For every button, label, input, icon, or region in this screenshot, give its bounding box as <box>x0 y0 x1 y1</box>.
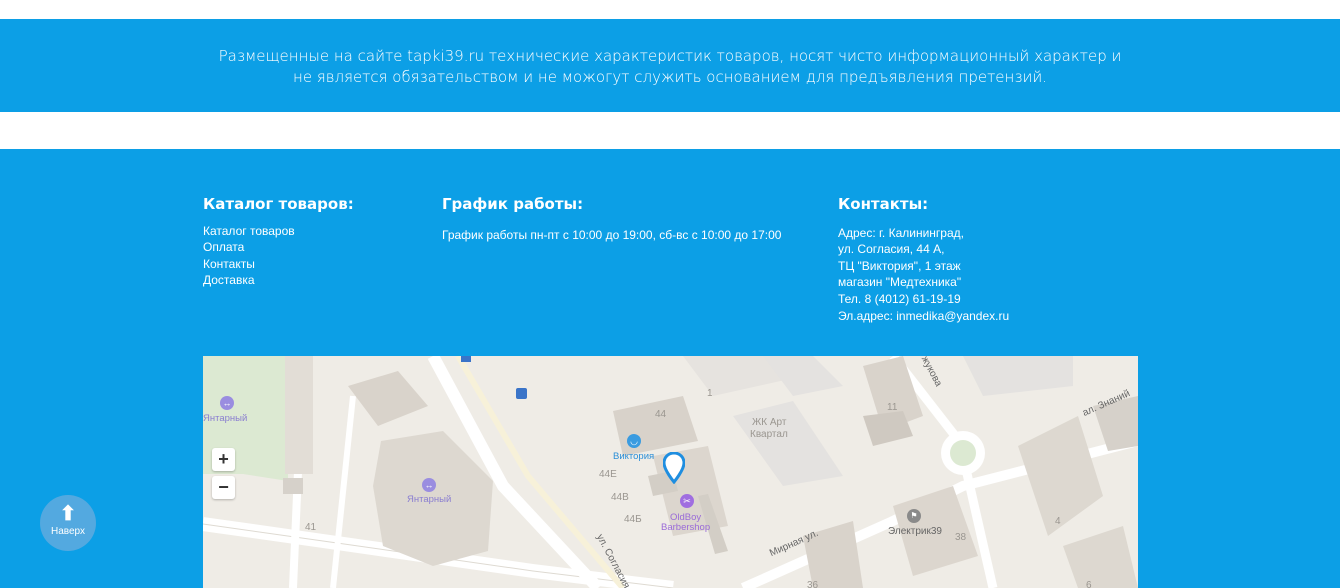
contacts-heading: Контакты: <box>838 195 929 213</box>
disclaimer-text: Размещенные на сайте tapki39.ru техничес… <box>218 47 1122 86</box>
schedule-heading: График работы: <box>442 195 584 213</box>
contact-phone: Тел. 8 (4012) 61-19-19 <box>838 291 961 306</box>
yandex-map[interactable]: Янтарный Янтарный Виктория OldBoy Barber… <box>203 356 1138 588</box>
poi-viktoria[interactable]: Виктория <box>613 451 654 462</box>
zoom-out-button[interactable]: − <box>212 476 235 499</box>
building-36: 36 <box>807 580 819 588</box>
bus-stop-icon[interactable] <box>516 388 527 399</box>
poi-elektrik39[interactable]: Электрик39 <box>888 526 942 537</box>
building-41: 41 <box>305 522 317 533</box>
building-38: 38 <box>955 532 967 543</box>
poi-yantarny-left[interactable]: Янтарный <box>203 413 247 424</box>
footer-schedule-column: График работы: График работы пн-пт с 10:… <box>442 195 781 243</box>
footer-contacts-column: Контакты: Адрес: г. Калининград, ул. Сог… <box>838 195 1009 324</box>
flag-icon[interactable]: ⚑ <box>907 509 921 523</box>
back-to-top-button[interactable]: ⬆ Наверх <box>40 495 96 551</box>
building-4: 4 <box>1055 516 1061 527</box>
building-44v: 44В <box>611 492 629 503</box>
disclaimer-banner: Размещенные на сайте tapki39.ru техничес… <box>0 19 1340 112</box>
building-11: 11 <box>887 402 898 413</box>
label-zhk-line1: ЖК Арт <box>752 417 787 428</box>
catalog-heading: Каталог товаров: <box>203 195 354 213</box>
arena-icon[interactable]: ↔ <box>422 478 436 492</box>
contact-address-street: ул. Согласия, 44 А, <box>838 242 945 257</box>
schedule-text: График работы пн-пт с 10:00 до 19:00, сб… <box>442 228 782 242</box>
back-to-top-label: Наверх <box>51 526 85 537</box>
footer-catalog-column: Каталог товаров: Каталог товаров Оплата … <box>203 195 354 288</box>
shopping-basket-icon[interactable]: ◡ <box>627 434 641 448</box>
link-contacts[interactable]: Контакты <box>203 256 354 272</box>
contact-email[interactable]: Эл.адрес: inmedika@yandex.ru <box>838 308 1009 324</box>
building-1: 1 <box>707 388 713 399</box>
bus-stop-icon[interactable] <box>461 356 471 362</box>
catalog-links: Каталог товаров Оплата Контакты Доставка <box>203 223 354 288</box>
section-spacer <box>0 112 1340 149</box>
building-44e: 44Е <box>599 469 617 480</box>
poi-yantarny-arena[interactable]: Янтарный <box>407 494 451 505</box>
scissors-icon[interactable]: ✂ <box>680 494 694 508</box>
arena-icon[interactable]: ↔ <box>220 396 234 410</box>
link-payment[interactable]: Оплата <box>203 239 354 255</box>
link-delivery[interactable]: Доставка <box>203 272 354 288</box>
building-44: 44 <box>655 409 667 420</box>
label-zhk-line2: Квартал <box>750 429 788 440</box>
contact-address-city: Адрес: г. Калининград, <box>838 226 964 240</box>
location-pin-icon[interactable] <box>663 452 685 484</box>
arrow-up-icon: ⬆ <box>59 503 77 525</box>
contact-address-mall: ТЦ "Виктория", 1 этаж <box>838 258 961 273</box>
building-6: 6 <box>1086 580 1092 588</box>
building-44b: 44Б <box>624 514 642 525</box>
top-spacer <box>0 0 1340 19</box>
poi-oldboy-line2[interactable]: Barbershop <box>661 522 710 533</box>
link-catalog[interactable]: Каталог товаров <box>203 223 354 239</box>
contact-address-shop: магазин "Медтехника" <box>838 275 962 290</box>
zoom-in-button[interactable]: + <box>212 448 235 471</box>
